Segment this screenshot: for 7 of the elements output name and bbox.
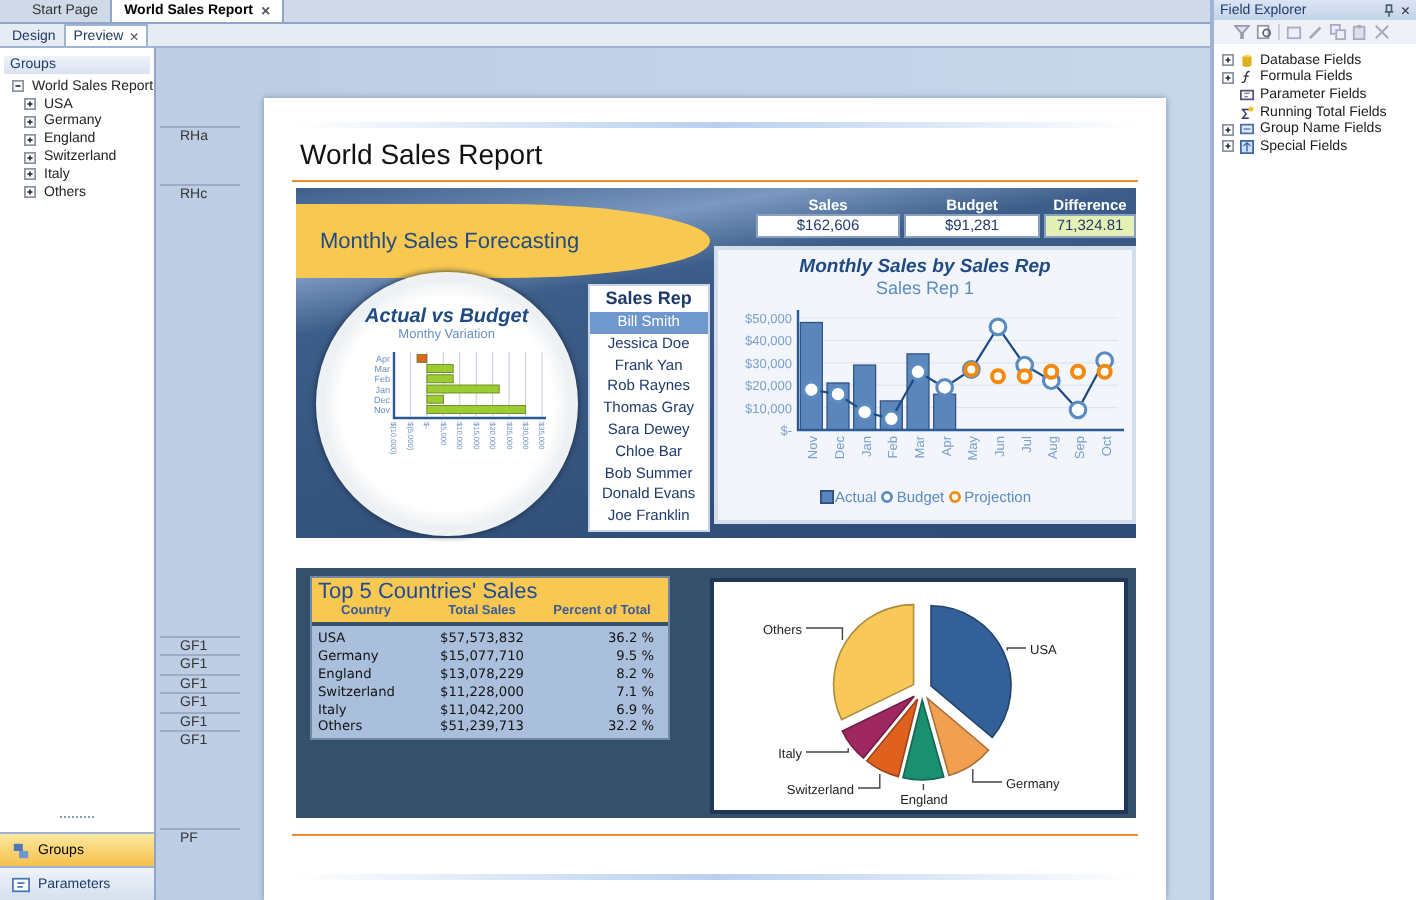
chart-title: Actual vs Budget [364,306,529,328]
chart-title: Monthly Sales by Sales Rep [799,256,1051,278]
list-header: Sales Rep [605,286,692,312]
banner: Monthly Sales Forecasting [296,204,710,278]
chart-subtitle: Sales Rep 1 [875,278,975,298]
report-title: World Sales Report [300,136,545,174]
table-title: Top 5 Countries' Sales [318,580,540,604]
